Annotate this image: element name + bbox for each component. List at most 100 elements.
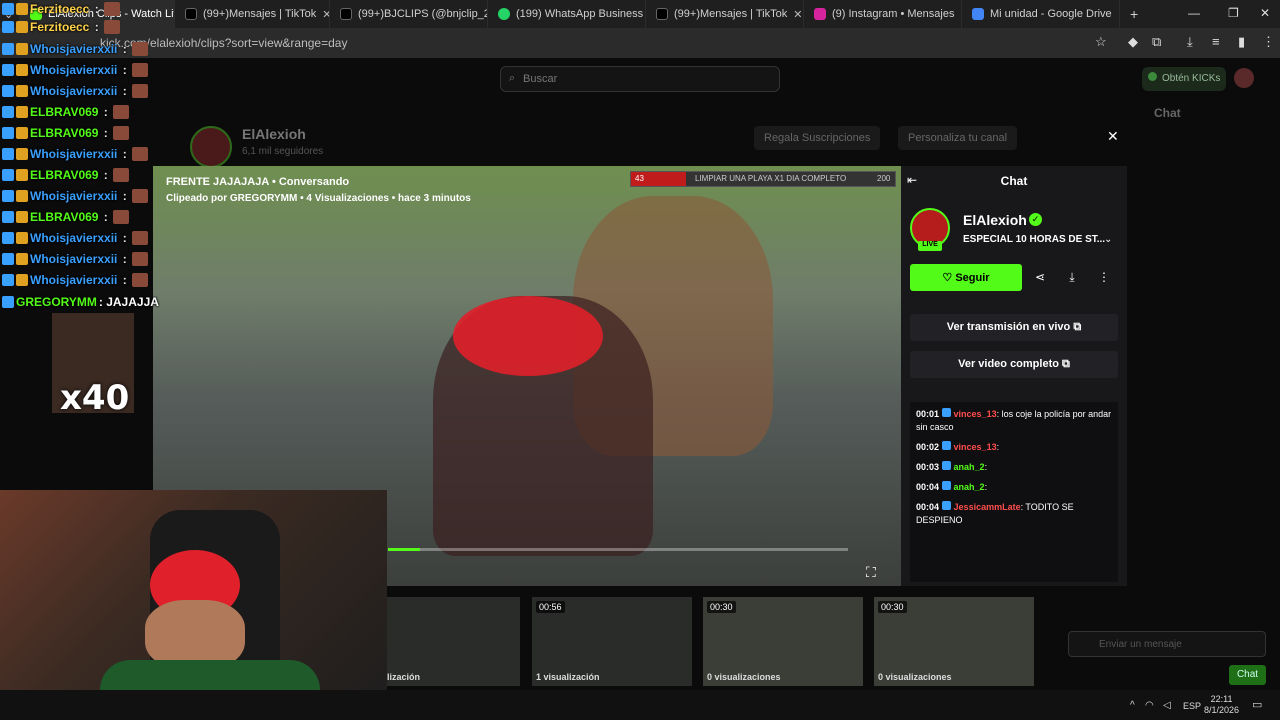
badge-icon <box>2 21 14 33</box>
overlay-chat-user: ELBRAV069 <box>30 168 99 182</box>
gift-subs-button[interactable]: Regala Suscripciones <box>754 126 881 150</box>
send-message-input[interactable]: Enviar un mensaje <box>1068 631 1266 657</box>
chat-emote <box>103 2 120 16</box>
channel-avatar[interactable] <box>190 126 232 168</box>
fullscreen-icon[interactable]: ⛶ <box>866 564 876 581</box>
streamer-name[interactable]: ElAlexioh <box>963 212 1027 228</box>
badge-icon <box>16 43 28 55</box>
tab-google-drive[interactable]: Mi unidad - Google Drive ✕ <box>962 0 1120 28</box>
badge-icon <box>16 169 28 181</box>
overlay-chat-line: Whoisjavierxxii : <box>2 187 148 205</box>
overlay-chat-line: Whoisjavierxxii : <box>2 61 148 79</box>
goal-bar: 43 LIMPIAR UNA PLAYA X1 DIA COMPLETO 200 <box>630 171 896 187</box>
tab-instagram[interactable]: (9) Instagram • Mensajes ✕ <box>804 0 962 28</box>
overlay-chat-sep: : <box>100 126 108 140</box>
message-user[interactable]: JessicammLate <box>954 502 1021 512</box>
chat-emote <box>112 105 129 119</box>
chevron-down-icon[interactable]: ⌄ <box>1104 234 1112 245</box>
share-icon[interactable]: ⋖ <box>1028 264 1052 291</box>
badge-icon <box>2 190 14 202</box>
get-kicks-button[interactable]: Obtén KICKs <box>1142 67 1226 91</box>
clock[interactable]: 22:11 8/1/2026 <box>1204 694 1239 716</box>
minimize-icon[interactable]: — <box>1188 6 1200 20</box>
chat-send-button[interactable]: Chat <box>1229 665 1266 685</box>
thumb-views: 1 visualización <box>536 672 600 682</box>
bookmark-star-icon[interactable]: ☆ <box>1095 34 1107 50</box>
thumb-views: 0 visualizaciones <box>707 672 781 682</box>
overlay-chat-line: Whoisjavierxxii : <box>2 271 148 289</box>
window-close-icon[interactable]: ✕ <box>1260 6 1270 20</box>
badge-icon <box>2 274 14 286</box>
close-icon[interactable]: ✕ <box>793 8 802 21</box>
extension-icon[interactable]: ◆ <box>1128 34 1138 50</box>
overlay-chat-user: Whoisjavierxxii <box>30 42 118 56</box>
verified-icon: ✓ <box>1029 213 1042 226</box>
overlay-chat-user: Whoisjavierxxii <box>30 231 118 245</box>
download-icon[interactable]: ⤓ <box>1060 264 1084 291</box>
new-tab-button[interactable]: + <box>1120 0 1150 28</box>
download-icon[interactable]: ⤓ <box>1187 34 1193 50</box>
chat-message: 00:04 anah_2: <box>916 481 1112 494</box>
more-options-icon[interactable]: ⋮ <box>1092 264 1116 291</box>
badge-icon <box>942 501 952 510</box>
badge-icon <box>16 211 28 223</box>
overlay-chat-sep: : <box>119 273 127 287</box>
close-icon[interactable]: ✕ <box>322 8 329 21</box>
tab-tiktok-1[interactable]: (99+)Mensajes | TikTok ✕ <box>175 0 330 28</box>
chat-emote <box>103 20 120 34</box>
chat-emote <box>131 189 148 203</box>
wifi-icon[interactable]: ◠ <box>1145 700 1154 711</box>
tiktok-icon <box>185 8 197 20</box>
restore-icon[interactable]: ❐ <box>1228 6 1239 20</box>
badge-icon <box>16 232 28 244</box>
badge-icon <box>942 408 952 417</box>
tab-tiktok-2[interactable]: (99+)BJCLIPS (@bnjclip_2) | Tik ✕ <box>330 0 488 28</box>
badge-icon <box>2 43 14 55</box>
menu-icon[interactable]: ⋮ <box>1262 34 1275 50</box>
customize-channel-button[interactable]: Personaliza tu canal <box>898 126 1018 150</box>
badge-icon <box>2 85 14 97</box>
overlay-chat-user: Whoisjavierxxii <box>30 84 118 98</box>
clip-thumbnail[interactable]: 00:30 0 visualizaciones <box>874 597 1034 686</box>
clock-date: 8/1/2026 <box>1204 705 1240 715</box>
channel-name: ElAlexioh <box>242 126 306 142</box>
badge-icon <box>2 127 14 139</box>
overlay-chat-sep: : <box>100 210 108 224</box>
chat-emote <box>112 126 129 140</box>
live-badge: LIVE <box>918 241 942 251</box>
overlay-chat-sep: : <box>91 20 99 34</box>
message-time: 00:01 <box>916 409 940 419</box>
message-user[interactable]: anah_2 <box>954 462 985 472</box>
chevron-up-icon[interactable]: ^ <box>1130 700 1135 711</box>
tiktok-icon <box>340 8 352 20</box>
clock-time: 22:11 <box>1210 694 1233 704</box>
overlay-chat-sep: : <box>100 168 108 182</box>
chat-emote <box>131 63 148 77</box>
overlay-chat-user: ELBRAV069 <box>30 105 99 119</box>
volume-icon[interactable]: ◁ <box>1163 700 1171 711</box>
full-video-button[interactable]: Ver video completo ⧉ <box>910 351 1118 378</box>
modal-close-icon[interactable]: ✕ <box>1107 128 1119 145</box>
reading-list-icon[interactable]: ≡ <box>1212 34 1220 49</box>
badge-icon <box>2 3 14 15</box>
search-input[interactable]: ⌕ Buscar <box>500 66 780 92</box>
profile-icon[interactable]: ▮ <box>1238 34 1245 50</box>
tab-tiktok-3[interactable]: (99+)Mensajes | TikTok ✕ <box>646 0 804 28</box>
overlay-chat-sep: : <box>91 2 99 16</box>
video-progress-bar[interactable] <box>388 548 848 551</box>
follow-button[interactable]: ♡ Seguir <box>910 264 1022 291</box>
tiktok-icon <box>656 8 668 20</box>
message-user[interactable]: vinces_13 <box>954 409 997 419</box>
clip-thumbnail[interactable]: 00:30 0 visualizaciones <box>703 597 863 686</box>
language-indicator[interactable]: ESP <box>1183 701 1201 711</box>
notification-icon[interactable]: ▭ <box>1252 698 1262 711</box>
chat-emote <box>112 168 129 182</box>
watch-live-button[interactable]: Ver transmisión en vivo ⧉ <box>910 314 1118 341</box>
address-bar[interactable]: kick.com/elalexioh/clips?sort=view&range… <box>0 28 1280 58</box>
message-user[interactable]: anah_2 <box>954 482 985 492</box>
clip-thumbnail[interactable]: 00:56 1 visualización <box>532 597 692 686</box>
puzzle-icon[interactable]: ⧉ <box>1152 34 1161 50</box>
tab-whatsapp[interactable]: (199) WhatsApp Business ✕ <box>488 0 646 28</box>
user-avatar[interactable] <box>1234 68 1254 88</box>
message-user[interactable]: vinces_13 <box>954 442 997 452</box>
